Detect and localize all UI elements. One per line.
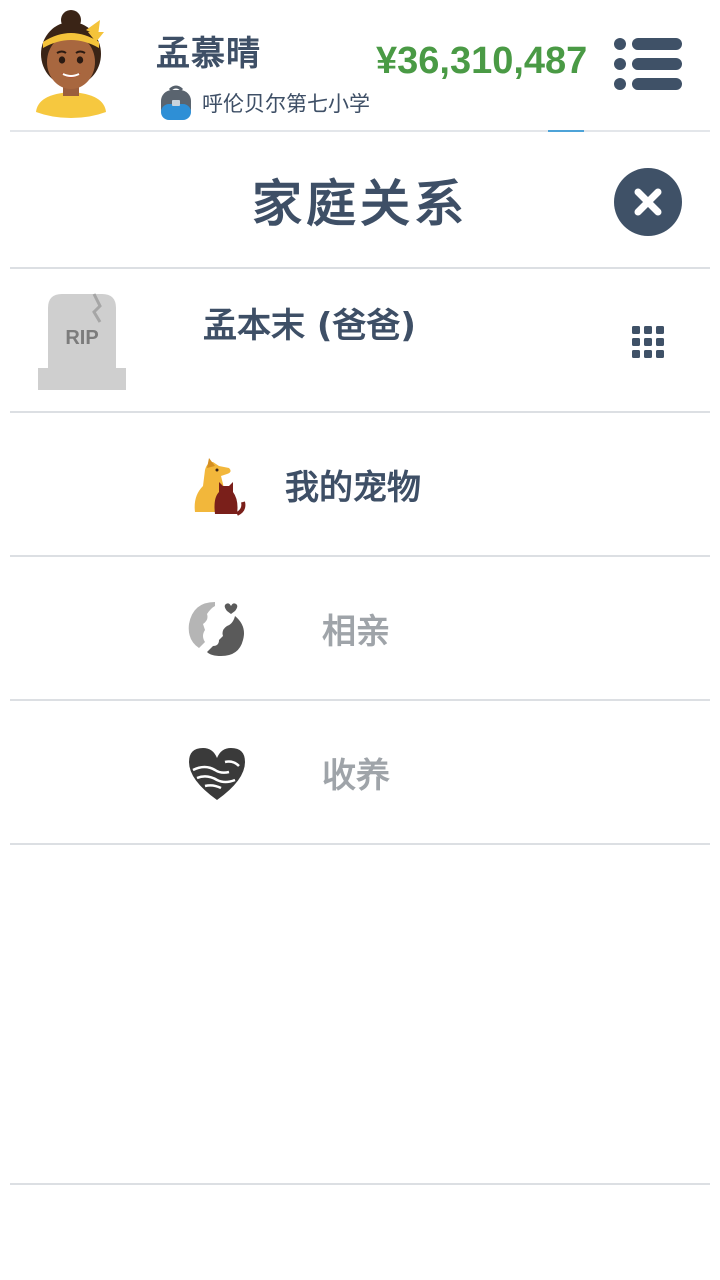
school-name: 呼伦贝尔第七小学 [202, 92, 370, 116]
menu-button[interactable] [608, 34, 686, 94]
player-avatar[interactable] [30, 8, 112, 120]
option-matchmaking-label: 相亲 [322, 612, 390, 652]
option-matchmaking[interactable]: 相亲 [10, 556, 710, 700]
relative-row[interactable]: RIP 孟本末 (爸爸) [10, 268, 710, 412]
option-adoption-label: 收养 [322, 756, 390, 796]
pet-dog-cat-icon [194, 458, 246, 516]
page-title: 家庭关系 [252, 175, 468, 233]
close-button[interactable] [614, 168, 682, 236]
option-adoption[interactable]: 收养 [10, 700, 710, 844]
family-relations-screen: 孟慕晴 呼伦贝尔第七小学 ¥36,310,487 家庭关系 RIP 孟本末 (爸… [0, 0, 720, 1280]
backpack-icon [161, 85, 191, 120]
relative-name: 孟本末 (爸爸) [203, 306, 416, 346]
header: 孟慕晴 呼伦贝尔第七小学 ¥36,310,487 [0, 0, 720, 132]
option-pets-label: 我的宠物 [285, 468, 421, 508]
tombstone-text: RIP [65, 327, 98, 349]
money-balance: ¥36,310,487 [376, 40, 588, 82]
header-divider [10, 130, 710, 132]
tab-indicator [548, 130, 584, 132]
close-icon [634, 188, 662, 216]
couple-faces-icon [188, 602, 244, 656]
player-name: 孟慕晴 [156, 34, 261, 74]
grid-menu-icon[interactable] [630, 324, 666, 360]
list-menu-icon [614, 38, 682, 90]
school-row: 呼伦贝尔第七小学 [158, 84, 370, 122]
hands-heart-icon [189, 748, 245, 800]
footer-divider [10, 1183, 710, 1185]
option-pets[interactable]: 我的宠物 [10, 412, 710, 556]
tombstone-icon: RIP [38, 293, 126, 390]
divider [10, 843, 710, 845]
